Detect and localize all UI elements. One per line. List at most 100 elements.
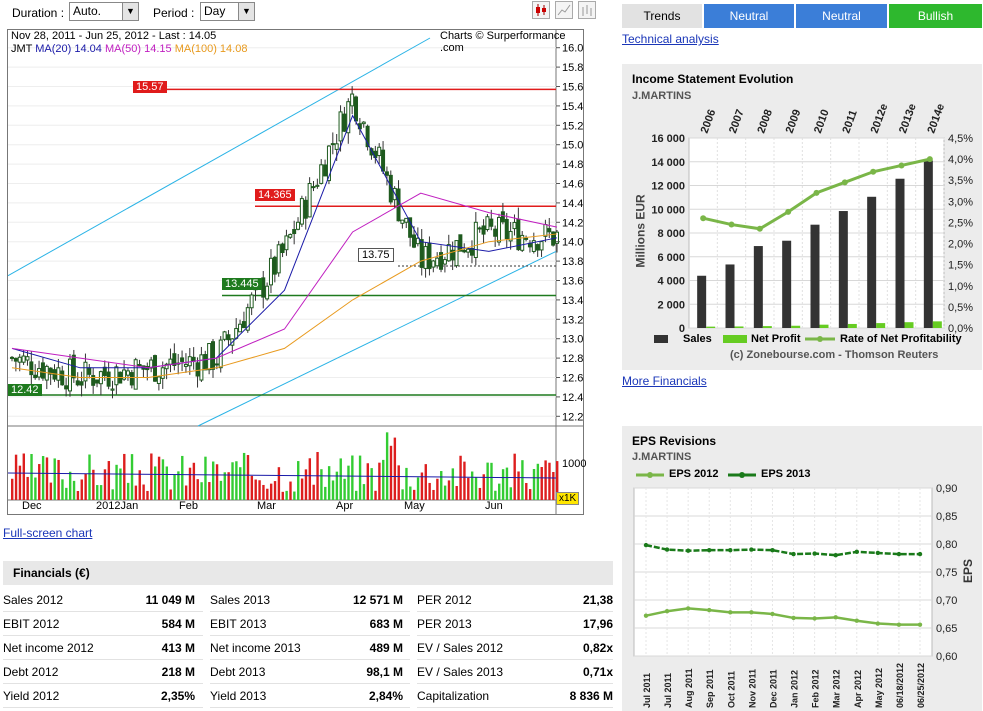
candle-body	[458, 234, 463, 252]
financials-cell: Debt 2012 218 M	[3, 661, 203, 684]
bar-chart-icon[interactable]	[578, 1, 596, 19]
eps-point	[770, 547, 775, 553]
candle-body	[160, 367, 165, 379]
volume-bar	[304, 469, 308, 500]
volume-bar	[92, 469, 95, 500]
period-select[interactable]: Day ▼	[200, 2, 255, 21]
price-tick-label: 13.80	[562, 256, 583, 268]
candle-body	[500, 211, 505, 223]
eps-point	[812, 551, 817, 556]
line-chart-icon[interactable]	[555, 1, 573, 19]
eps-y-tick: 0,70	[936, 595, 957, 607]
level-badge-14365: 14.365	[255, 189, 295, 201]
volume-bar	[215, 464, 219, 500]
volume-bar	[57, 459, 60, 500]
financials-cell: EBIT 2012 584 M	[3, 613, 203, 636]
eps-point	[833, 553, 838, 558]
volume-bar	[459, 455, 462, 500]
volume-bar	[115, 464, 118, 500]
volume-bar	[65, 487, 68, 500]
eps-y-tick: 0,65	[936, 623, 957, 635]
volume-bar	[68, 471, 72, 500]
price-tick-label: 13.20	[562, 314, 583, 326]
level-badge-1375: 13.75	[358, 248, 394, 262]
volume-bar	[285, 490, 288, 500]
candle-body	[137, 364, 142, 367]
candle-body	[435, 257, 440, 267]
volume-bar	[339, 458, 342, 500]
eps-point	[896, 551, 902, 557]
more-financials-link[interactable]: More Financials	[622, 374, 707, 388]
volume-bar	[331, 480, 335, 500]
volume-bar	[366, 463, 370, 500]
candle-body	[504, 218, 509, 240]
volume-bar	[99, 485, 103, 500]
trend-mid-term: Neutral	[794, 4, 887, 28]
chart-date-range: Nov 28, 2011 - Jun 25, 2012 - Last : 14.…	[11, 30, 217, 42]
candle-body	[350, 93, 355, 107]
duration-select[interactable]: Auto. ▼	[69, 2, 139, 21]
candle-body	[241, 321, 246, 329]
volume-bar	[84, 473, 87, 500]
volume-bar	[505, 467, 509, 500]
volume-bar	[540, 467, 543, 500]
financials-title: Financials (€)	[3, 561, 613, 585]
level-badge-13445: 13.445	[222, 278, 262, 290]
volume-bar	[88, 454, 91, 500]
candle-body	[183, 363, 188, 367]
volume-bar	[351, 455, 354, 500]
eps-y-axis-title: EPS	[961, 558, 976, 584]
volume-bar	[196, 479, 199, 500]
price-tick-label: 13.00	[562, 334, 583, 346]
month-label: 2012Jan	[96, 500, 139, 512]
candle-body	[311, 186, 316, 189]
income-y2-tick: 4,5%	[948, 133, 973, 145]
volume-bar	[412, 489, 416, 500]
volume-bar	[34, 477, 37, 500]
candlestick-icon[interactable]	[532, 1, 550, 19]
financials-value: 683 M	[369, 617, 403, 631]
eps-point	[917, 551, 923, 557]
financials-value: 218 M	[161, 665, 195, 679]
financials-cell: Sales 2012 11 049 M	[3, 589, 203, 612]
candle-body	[338, 111, 343, 142]
volume-bar	[401, 489, 404, 500]
candle-body	[125, 370, 130, 376]
candle-body	[512, 221, 517, 230]
volume-bar	[362, 484, 366, 500]
price-tick-label: 15.60	[562, 82, 583, 94]
volume-bar	[498, 483, 501, 500]
candle-body	[404, 217, 409, 223]
technical-analysis-link[interactable]: Technical analysis	[622, 32, 719, 46]
candle-body	[319, 164, 324, 184]
income-y-tick: 4 000	[657, 276, 685, 288]
financials-label: PER 2012	[417, 593, 472, 607]
volume-bar	[26, 476, 29, 500]
volume-bar	[281, 491, 284, 500]
candle-body	[354, 96, 359, 122]
volume-bar	[424, 464, 427, 500]
legend-ma20: MA(20) 14.04	[35, 43, 102, 55]
legend-ma100: MA(100) 14.08	[174, 43, 248, 55]
price-tick-label: 13.40	[562, 295, 583, 307]
trend-channel-upper	[8, 37, 431, 277]
volume-bar	[409, 486, 412, 500]
stock-chart[interactable]: 16.0015.8015.6015.4015.2015.0014.8014.60…	[7, 29, 586, 515]
financials-value: 11 049 M	[145, 593, 195, 607]
fullscreen-chart-link[interactable]: Full-screen chart	[3, 526, 92, 540]
income-y2-tick: 3,5%	[948, 175, 973, 187]
candle-body	[265, 285, 270, 300]
financials-label: Debt 2012	[3, 665, 59, 679]
eps-y-tick: 0,90	[936, 483, 957, 495]
net-profit-bar	[876, 323, 886, 328]
net-profit-bar	[734, 326, 744, 328]
profitability-point	[728, 221, 735, 228]
candle-body	[102, 366, 107, 376]
volume-bar	[528, 489, 532, 500]
volume-bar	[266, 488, 269, 500]
candle-body	[87, 367, 92, 375]
candle-body	[299, 198, 304, 225]
volume-bar	[447, 480, 451, 500]
candle-body	[37, 368, 42, 378]
volume-bar	[119, 468, 122, 500]
